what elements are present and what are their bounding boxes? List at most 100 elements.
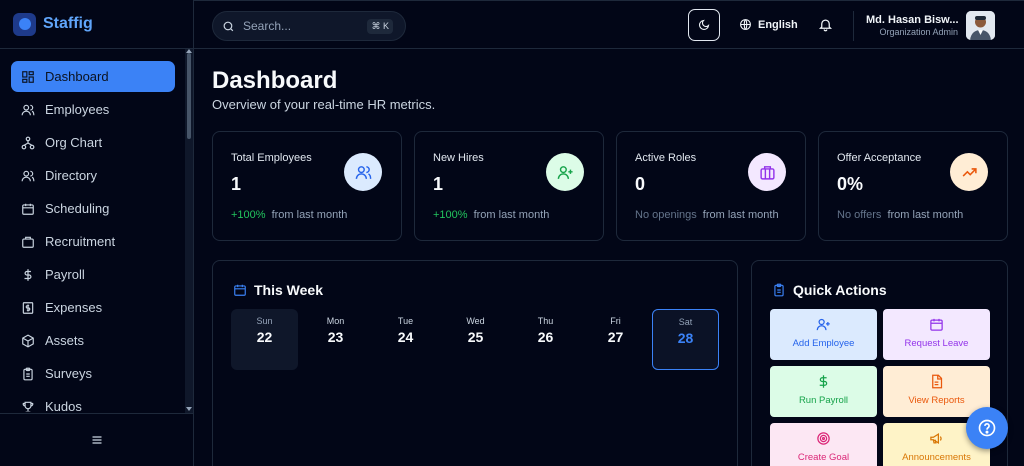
stat-label: Total Employees — [231, 152, 312, 164]
box-icon — [22, 333, 34, 348]
sidebar-item-recruitment[interactable]: Recruitment — [11, 226, 175, 257]
avatar[interactable] — [966, 11, 995, 40]
day-name: Mon — [326, 316, 345, 326]
request-leave-button[interactable]: Request Leave — [883, 309, 990, 360]
day-number: 25 — [467, 329, 484, 345]
stat-card-total-employees[interactable]: Total Employees 1 +100% from last month — [212, 131, 402, 241]
sidebar-scrollbar-thumb[interactable] — [187, 53, 191, 139]
sidebar-item-kudos[interactable]: Kudos — [11, 391, 175, 412]
briefcase-icon — [759, 165, 775, 180]
megaphone-icon — [930, 432, 942, 445]
sidebar-item-label: Directory — [45, 168, 98, 183]
sidebar-item-payroll[interactable]: Payroll — [11, 259, 175, 290]
sidebar-item-org-chart[interactable]: Org Chart — [11, 127, 175, 158]
week-day[interactable]: Mon 23 — [302, 309, 369, 370]
day-number: 22 — [256, 329, 273, 345]
file-icon — [932, 374, 943, 389]
user-name[interactable]: Md. Hasan Bisw... — [866, 14, 958, 26]
day-name: Thu — [537, 316, 554, 326]
theme-toggle-button[interactable] — [688, 9, 720, 41]
sidebar: Staffig Dashboard Employees Org Chart Di… — [0, 0, 194, 466]
stat-icon-wrap — [950, 153, 988, 191]
create-goal-button[interactable]: Create Goal — [770, 423, 877, 466]
brand[interactable]: Staffig — [0, 0, 193, 49]
stat-value: 0 — [635, 174, 646, 194]
stat-label: New Hires — [433, 152, 484, 164]
week-day-today[interactable]: Sat 28 — [652, 309, 719, 370]
stat-trend: +100% — [231, 209, 266, 221]
user-role: Organization Admin — [879, 27, 958, 37]
sidebar-item-label: Payroll — [45, 267, 85, 282]
users-icon — [355, 165, 371, 179]
action-label: Run Payroll — [798, 395, 849, 406]
quick-actions-title: Quick Actions — [772, 282, 887, 298]
help-button[interactable] — [966, 407, 1008, 449]
week-day[interactable]: Thu 26 — [512, 309, 579, 370]
sidebar-item-employees[interactable]: Employees — [11, 94, 175, 125]
page-subtitle: Overview of your real-time HR metrics. — [212, 97, 436, 112]
stat-icon-wrap — [344, 153, 382, 191]
sidebar-item-expenses[interactable]: Expenses — [11, 292, 175, 323]
day-number: 27 — [607, 329, 624, 345]
search-placeholder: Search... — [243, 19, 292, 33]
day-name: Wed — [466, 316, 485, 326]
brand-logo-icon — [13, 12, 36, 36]
day-name: Sun — [256, 316, 273, 326]
week-day[interactable]: Sun 22 — [231, 309, 298, 370]
stat-card-active-roles[interactable]: Active Roles 0 No openings from last mont… — [616, 131, 806, 241]
day-name: Fri — [610, 316, 621, 326]
sidebar-item-label: Kudos — [45, 399, 82, 412]
sidebar-item-label: Dashboard — [45, 69, 109, 84]
day-number: 26 — [537, 329, 554, 345]
users-icon — [21, 104, 35, 115]
language-label: English — [758, 18, 798, 31]
stat-value: 1 — [231, 174, 242, 194]
search-input[interactable]: Search... ⌘ K — [212, 11, 406, 41]
sidebar-item-dashboard[interactable]: Dashboard — [11, 61, 175, 92]
this-week-title: This Week — [233, 282, 323, 298]
action-label: Announcements — [902, 452, 971, 463]
week-day[interactable]: Tue 24 — [372, 309, 439, 370]
run-payroll-button[interactable]: Run Payroll — [770, 366, 877, 417]
stat-icon-wrap — [546, 153, 584, 191]
card-title-text: Quick Actions — [793, 282, 887, 298]
week-day[interactable]: Wed 25 — [442, 309, 509, 370]
stat-value: 0% — [837, 174, 864, 194]
sidebar-item-assets[interactable]: Assets — [11, 325, 175, 356]
trending-up-icon — [962, 167, 977, 177]
globe-icon — [740, 19, 751, 30]
stat-value: 1 — [433, 174, 444, 194]
day-number: 24 — [397, 329, 414, 345]
language-selector[interactable]: English — [739, 18, 798, 31]
search-shortcut-badge: ⌘ K — [367, 19, 393, 34]
briefcase-icon — [22, 236, 34, 248]
sidebar-collapse-button[interactable] — [0, 413, 194, 466]
day-name: Sat — [678, 317, 693, 327]
stat-card-new-hires[interactable]: New Hires 1 +100% from last month — [414, 131, 604, 241]
sidebar-item-scheduling[interactable]: Scheduling — [11, 193, 175, 224]
stat-label: Offer Acceptance — [837, 152, 922, 164]
sidebar-item-label: Employees — [45, 102, 110, 117]
users-icon — [21, 170, 35, 181]
help-icon — [978, 419, 996, 437]
view-reports-button[interactable]: View Reports — [883, 366, 990, 417]
sidebar-item-surveys[interactable]: Surveys — [11, 358, 175, 389]
day-number: 28 — [677, 330, 694, 346]
brand-name: Staffig — [43, 15, 93, 32]
org-chart-icon — [21, 136, 35, 149]
page-title: Dashboard — [212, 67, 338, 94]
scroll-down-icon[interactable] — [186, 407, 192, 411]
week-day[interactable]: Fri 27 — [582, 309, 649, 370]
sidebar-item-directory[interactable]: Directory — [11, 160, 175, 191]
stat-footnote: +100% from last month — [433, 209, 549, 221]
add-employee-button[interactable]: Add Employee — [770, 309, 877, 360]
user-plus-icon — [557, 165, 573, 179]
day-number: 23 — [327, 329, 344, 345]
bell-icon — [818, 19, 833, 32]
sidebar-item-label: Org Chart — [45, 135, 103, 150]
target-icon — [817, 432, 830, 445]
stat-card-offer-acceptance[interactable]: Offer Acceptance 0% No offers from last m… — [818, 131, 1008, 241]
avatar-image — [966, 11, 995, 40]
notifications-button[interactable] — [818, 17, 833, 32]
stat-footnote: No openings from last month — [635, 209, 779, 221]
